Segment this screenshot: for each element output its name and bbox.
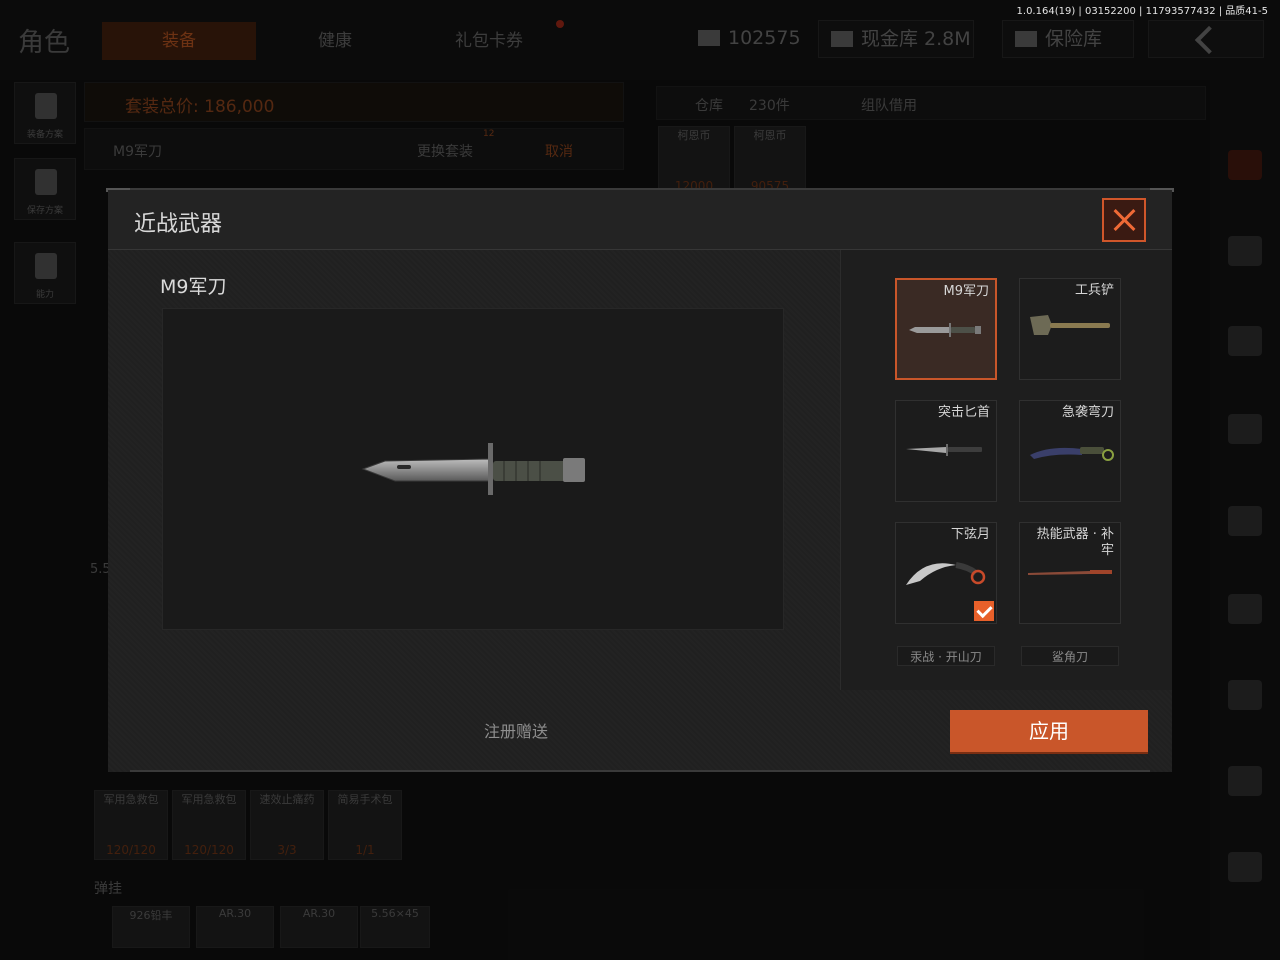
selected-weapon-name: M9军刀 <box>160 276 227 298</box>
melee-weapon-dialog: 近战武器 M9军刀 注册赠送 M9军刀 工兵铲 突击匕首 急袭弯刀 下弦月 热能… <box>106 188 1174 772</box>
bayonet-icon <box>909 323 981 337</box>
dialog-header: 近战武器 <box>108 190 1172 250</box>
katana-icon <box>1028 570 1112 575</box>
dialog-bottom-divider <box>130 770 1150 772</box>
apply-button[interactable]: 应用 <box>950 710 1148 752</box>
version-info: 1.0.164(19) | 03152200 | 11793577432 | 品… <box>1016 6 1268 17</box>
weapon-slot-m9-bayonet[interactable]: M9军刀 <box>895 278 997 380</box>
weapon-slot-assault-dagger[interactable]: 突击匕首 <box>895 400 997 502</box>
weapon-list: M9军刀 工兵铲 突击匕首 急袭弯刀 下弦月 热能武器 · 补牢 汞战 · 开山… <box>840 250 1172 690</box>
dialog-title: 近战武器 <box>134 212 223 237</box>
weapon-slot-raid-machete[interactable]: 急袭弯刀 <box>1019 400 1121 502</box>
weapon-slot-partial[interactable]: 汞战 · 开山刀 <box>897 646 995 666</box>
equipped-check-icon <box>974 601 994 621</box>
curved-knife-icon <box>1030 447 1114 461</box>
weapon-slot-waning-moon[interactable]: 下弦月 <box>895 522 997 624</box>
game-screen: 1.0.164(19) | 03152200 | 11793577432 | 品… <box>0 0 1280 960</box>
weapon-source: 注册赠送 <box>483 722 548 741</box>
bayonet-preview-icon <box>361 443 585 495</box>
weapon-slot-partial[interactable]: 鲨角刀 <box>1021 646 1119 666</box>
shovel-icon <box>1030 315 1110 335</box>
weapon-slot-thermal-katana[interactable]: 热能武器 · 补牢 <box>1019 522 1121 624</box>
weapon-slot-shovel[interactable]: 工兵铲 <box>1019 278 1121 380</box>
weapon-preview <box>162 308 784 630</box>
close-button[interactable] <box>1102 198 1146 242</box>
dagger-icon <box>906 444 982 456</box>
